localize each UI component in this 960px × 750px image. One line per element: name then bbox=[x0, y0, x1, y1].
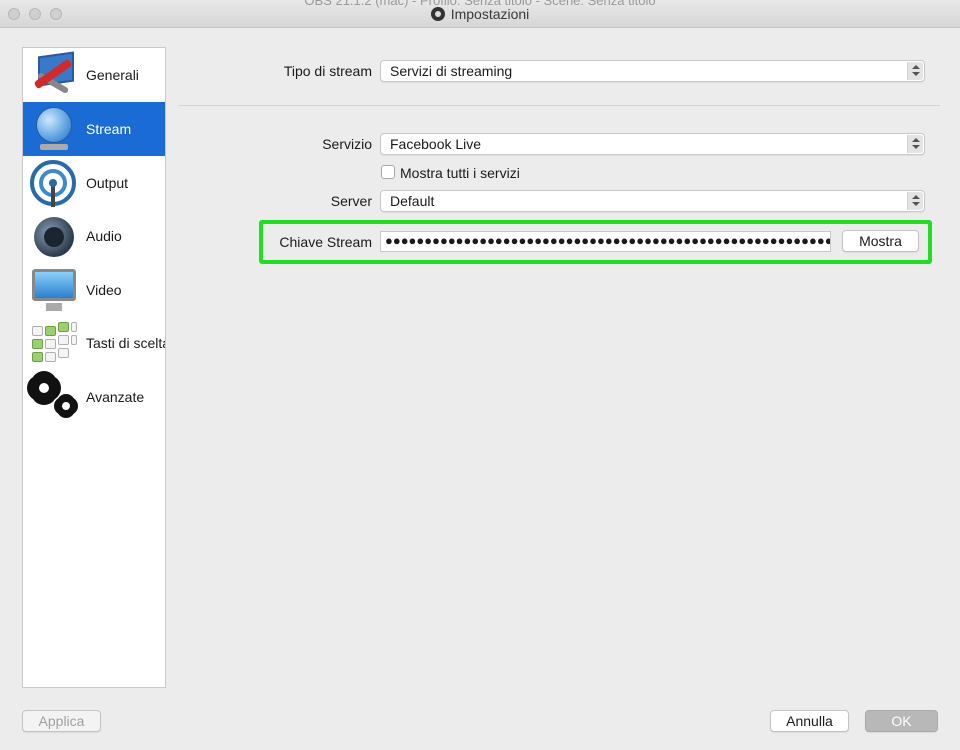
general-icon bbox=[28, 50, 78, 100]
speaker-icon bbox=[28, 211, 78, 261]
sidebar-item-output[interactable]: Output bbox=[23, 156, 165, 210]
stream-key-label: Chiave Stream bbox=[279, 234, 372, 250]
stream-key-field[interactable]: ●●●●●●●●●●●●●●●●●●●●●●●●●●●●●●●●●●●●●●●●… bbox=[380, 231, 831, 252]
obs-logo-icon bbox=[430, 7, 445, 21]
sidebar-item-stream[interactable]: Stream bbox=[23, 102, 165, 156]
sidebar-item-video[interactable]: Video bbox=[23, 263, 165, 317]
show-key-button[interactable]: Mostra bbox=[842, 230, 919, 252]
globe-icon bbox=[28, 104, 78, 154]
server-select[interactable]: Default bbox=[380, 190, 925, 212]
select-arrows-icon bbox=[907, 192, 923, 210]
sidebar-item-label: Output bbox=[86, 175, 129, 191]
apply-button[interactable]: Applica bbox=[22, 710, 101, 732]
window-title: Impostazioni bbox=[450, 6, 530, 22]
server-value: Default bbox=[390, 193, 435, 209]
sidebar-item-label: Generali bbox=[86, 67, 139, 83]
window-title-wrap: Impostazioni bbox=[0, 6, 960, 22]
sidebar-item-audio[interactable]: Audio bbox=[23, 209, 165, 263]
service-value: Facebook Live bbox=[390, 136, 482, 152]
sidebar-item-label: Stream bbox=[86, 121, 132, 137]
section-divider bbox=[179, 105, 940, 106]
stream-type-label: Tipo di stream bbox=[283, 63, 372, 79]
sidebar-item-generali[interactable]: Generali bbox=[23, 48, 165, 102]
service-label: Servizio bbox=[322, 136, 372, 152]
title-bar: OBS 21.1.2 (mac) - Profilo: Senza titolo… bbox=[0, 0, 960, 28]
sidebar-item-avanzate[interactable]: Avanzate bbox=[23, 370, 165, 424]
gears-icon bbox=[28, 372, 78, 422]
sidebar-item-hotkeys[interactable]: Tasti di scelta rapida bbox=[23, 316, 165, 370]
keyboard-icon bbox=[28, 318, 78, 368]
ok-button[interactable]: OK bbox=[865, 710, 938, 732]
sidebar-item-label: Avanzate bbox=[86, 389, 145, 405]
sidebar-item-label: Tasti di scelta rapida bbox=[86, 335, 165, 351]
settings-sidebar: Generali Stream Output Audio Video Tasti… bbox=[22, 47, 166, 688]
server-label: Server bbox=[330, 193, 372, 209]
show-all-services-checkbox[interactable] bbox=[381, 165, 395, 179]
select-arrows-icon bbox=[907, 62, 923, 80]
sidebar-item-label: Video bbox=[86, 282, 122, 298]
monitor-icon bbox=[28, 265, 78, 315]
antenna-icon bbox=[28, 158, 78, 208]
service-select[interactable]: Facebook Live bbox=[380, 133, 925, 155]
cancel-button[interactable]: Annulla bbox=[770, 710, 849, 732]
select-arrows-icon bbox=[907, 135, 923, 153]
sidebar-item-label: Audio bbox=[86, 228, 122, 244]
stream-type-select[interactable]: Servizi di streaming bbox=[380, 60, 925, 82]
show-all-services-label: Mostra tutti i servizi bbox=[400, 165, 520, 181]
stream-type-value: Servizi di streaming bbox=[390, 63, 513, 79]
